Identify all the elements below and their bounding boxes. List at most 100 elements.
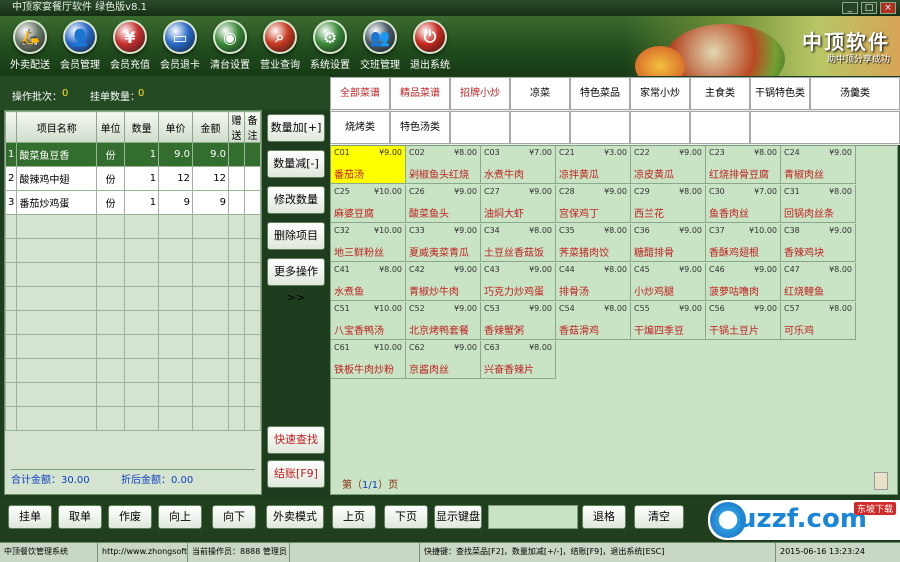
close-button[interactable]: × bbox=[880, 2, 896, 14]
dish-item[interactable]: C41 ¥8.00 水煮鱼 bbox=[331, 263, 406, 301]
cell-no: 3 bbox=[4, 190, 18, 215]
page-prefix: 第（ bbox=[342, 480, 362, 491]
dish-item[interactable]: C03 ¥7.00 水煮牛肉 bbox=[481, 146, 556, 184]
category-tab[interactable]: 主食类 bbox=[690, 77, 750, 110]
dish-item[interactable]: C36 ¥9.00 糖醋排骨 bbox=[631, 224, 706, 262]
column-header[interactable] bbox=[4, 111, 18, 143]
dish-item[interactable]: C47 ¥8.00 红烧鲤鱼 bbox=[781, 263, 856, 301]
qty-plus-button[interactable]: 数量加[+] bbox=[267, 114, 325, 142]
dish-item[interactable]: C27 ¥9.00 油焖大虾 bbox=[481, 185, 556, 223]
category-tab[interactable]: 特色菜品 bbox=[570, 77, 630, 110]
column-header[interactable]: 项目名称 bbox=[16, 111, 98, 143]
dish-item[interactable]: C25 ¥10.00 麻婆豆腐 bbox=[331, 185, 406, 223]
bottom-button-7[interactable]: 下页 bbox=[384, 505, 428, 529]
dish-item[interactable]: C54 ¥8.00 香菇滑鸡 bbox=[556, 302, 631, 340]
dish-item[interactable]: C55 ¥9.00 干煸四季豆 bbox=[631, 302, 706, 340]
category-tab[interactable]: 干锅特色类 bbox=[750, 77, 810, 110]
column-header[interactable]: 赠送 bbox=[227, 111, 245, 143]
quick-find-button[interactable]: 快速查找 bbox=[267, 426, 325, 454]
column-header[interactable]: 备注 bbox=[243, 111, 262, 143]
delete-item-button[interactable]: 删除项目 bbox=[267, 222, 325, 250]
toolbar-plate-button[interactable]: ◉ 清台设置 bbox=[208, 20, 252, 71]
dish-item[interactable]: C53 ¥9.00 香辣蟹粥 bbox=[481, 302, 556, 340]
toolbar-gear-button[interactable]: ⚙ 系统设置 bbox=[308, 20, 352, 71]
bottom-button-3[interactable]: 向上 bbox=[158, 505, 202, 529]
table-row[interactable]: 3 番茄炒鸡蛋份 1 9 9 bbox=[4, 190, 262, 215]
more-ops-button[interactable]: 更多操作>> bbox=[267, 258, 325, 304]
dish-name: 凉皮黄瓜 bbox=[634, 170, 674, 181]
checkout-button[interactable]: 结账[F9] bbox=[267, 460, 325, 488]
dish-item[interactable]: C61 ¥10.00 铁板牛肉炒粉 bbox=[331, 341, 406, 379]
table-row[interactable]: 1 酸菜鱼豆香份 1 9.0 9.0 bbox=[4, 142, 262, 167]
column-header[interactable]: 单价 bbox=[158, 111, 194, 143]
column-header[interactable]: 金额 bbox=[192, 111, 229, 143]
dish-item[interactable]: C31 ¥8.00 回锅肉丝条 bbox=[781, 185, 856, 223]
status-app: 中顶餐饮管理系统 bbox=[0, 543, 98, 562]
bottom-button-1[interactable]: 取单 bbox=[58, 505, 102, 529]
dish-item[interactable]: C37 ¥10.00 香酥鸡翅根 bbox=[706, 224, 781, 262]
page-scroll-button[interactable] bbox=[874, 472, 888, 490]
dish-item[interactable]: C29 ¥8.00 西兰花 bbox=[631, 185, 706, 223]
dish-item[interactable]: C24 ¥9.00 青椒肉丝 bbox=[781, 146, 856, 184]
bottom-button-4[interactable]: 向下 bbox=[212, 505, 256, 529]
dish-item[interactable]: C62 ¥9.00 京酱肉丝 bbox=[406, 341, 481, 379]
minimize-button[interactable]: _ bbox=[842, 2, 858, 14]
dish-item[interactable]: C34 ¥8.00 土豆丝香菇饭 bbox=[481, 224, 556, 262]
category-tab[interactable]: 全部菜谱 bbox=[330, 77, 390, 110]
dish-item[interactable]: C32 ¥10.00 地三鲜粉丝 bbox=[331, 224, 406, 262]
dish-item[interactable]: C21 ¥3.00 凉拌黄瓜 bbox=[556, 146, 631, 184]
dish-item[interactable]: C46 ¥9.00 菠萝咕噜肉 bbox=[706, 263, 781, 301]
toolbar-card-button[interactable]: ¥ 会员充值 bbox=[108, 20, 152, 71]
edit-qty-button[interactable]: 修改数量 bbox=[267, 186, 325, 214]
dish-price: ¥9.00 bbox=[829, 148, 852, 157]
dish-item[interactable]: C38 ¥9.00 香辣鸡块 bbox=[781, 224, 856, 262]
dish-item[interactable]: C30 ¥7.00 鱼香肉丝 bbox=[706, 185, 781, 223]
dish-item[interactable]: C26 ¥9.00 酸菜鱼头 bbox=[406, 185, 481, 223]
dish-code: C55 bbox=[634, 304, 650, 313]
dish-item[interactable]: C33 ¥9.00 夏威夷菜青瓜 bbox=[406, 224, 481, 262]
dish-item[interactable]: C45 ¥9.00 小炒鸡腿 bbox=[631, 263, 706, 301]
bottom-button-8[interactable]: 显示键盘 bbox=[434, 505, 482, 529]
category-tab[interactable]: 凉菜 bbox=[510, 77, 570, 110]
dish-item[interactable]: C51 ¥10.00 八宝香鸭汤 bbox=[331, 302, 406, 340]
bottom-button-2[interactable]: 作废 bbox=[108, 505, 152, 529]
dish-item[interactable]: C35 ¥8.00 荠菜猪肉饺 bbox=[556, 224, 631, 262]
qty-minus-button[interactable]: 数量减[-] bbox=[267, 150, 325, 178]
main-toolbar: 🛵 外卖配送 👤 会员管理 ¥ 会员充值 ▭ 会员退卡 ◉ 清台设置 ⌕ 营业查询 ⚙ 系统设置 👥 交班管理… bbox=[0, 16, 900, 76]
toolbar-user-button[interactable]: 👤 会员管理 bbox=[58, 20, 102, 71]
toolbar-group-button[interactable]: 👥 交班管理 bbox=[358, 20, 402, 71]
category-tab[interactable]: 烧烤类 bbox=[330, 111, 390, 144]
category-tab[interactable]: 招牌小炒 bbox=[450, 77, 510, 110]
dish-item[interactable]: C02 ¥8.00 剁椒鱼头红烧 bbox=[406, 146, 481, 184]
bottom-button-5[interactable]: 外卖模式 bbox=[266, 505, 324, 529]
maximize-button[interactable]: □ bbox=[861, 2, 877, 14]
category-tab[interactable]: 家常小炒 bbox=[630, 77, 690, 110]
dish-item[interactable]: C28 ¥9.00 宫保鸡丁 bbox=[556, 185, 631, 223]
toolbar-bike-button[interactable]: 🛵 外卖配送 bbox=[8, 20, 52, 71]
bottom-button-10[interactable]: 清空 bbox=[634, 505, 684, 529]
table-row[interactable]: 2 酸辣鸡中翅份 1 12 12 bbox=[4, 166, 262, 191]
bottom-button-0[interactable]: 挂单 bbox=[8, 505, 52, 529]
dish-item[interactable]: C01 ¥9.00 番茄汤 bbox=[331, 146, 406, 184]
bottom-button-6[interactable]: 上页 bbox=[332, 505, 376, 529]
dish-item[interactable]: C57 ¥8.00 可乐鸡 bbox=[781, 302, 856, 340]
dish-item[interactable]: C44 ¥8.00 排骨汤 bbox=[556, 263, 631, 301]
dish-item[interactable]: C56 ¥9.00 干锅土豆片 bbox=[706, 302, 781, 340]
toolbar-card-return-button[interactable]: ▭ 会员退卡 bbox=[158, 20, 202, 71]
category-tab[interactable]: 汤羹类 bbox=[810, 77, 900, 110]
category-tab[interactable]: 精品菜谱 bbox=[390, 77, 450, 110]
dish-item[interactable]: C23 ¥8.00 红烧排骨豆腐 bbox=[706, 146, 781, 184]
dish-item[interactable]: C43 ¥9.00 巧克力炒鸡蛋 bbox=[481, 263, 556, 301]
cell-gift bbox=[227, 142, 245, 167]
dish-item[interactable]: C63 ¥8.00 兴奋香辣片 bbox=[481, 341, 556, 379]
dish-item[interactable]: C22 ¥9.00 凉皮黄瓜 bbox=[631, 146, 706, 184]
bottom-button-9[interactable]: 退格 bbox=[582, 505, 626, 529]
toolbar-search-button[interactable]: ⌕ 营业查询 bbox=[258, 20, 302, 71]
dish-item[interactable]: C42 ¥9.00 青椒炒牛肉 bbox=[406, 263, 481, 301]
column-header[interactable]: 数量 bbox=[124, 111, 160, 143]
column-header[interactable]: 单位 bbox=[96, 111, 126, 143]
dish-item[interactable]: C52 ¥9.00 北京烤鸭套餐 bbox=[406, 302, 481, 340]
category-tab[interactable]: 特色汤类 bbox=[390, 111, 450, 144]
code-input[interactable] bbox=[488, 505, 578, 529]
toolbar-power-button[interactable]: ⏻ 退出系统 bbox=[408, 20, 452, 71]
